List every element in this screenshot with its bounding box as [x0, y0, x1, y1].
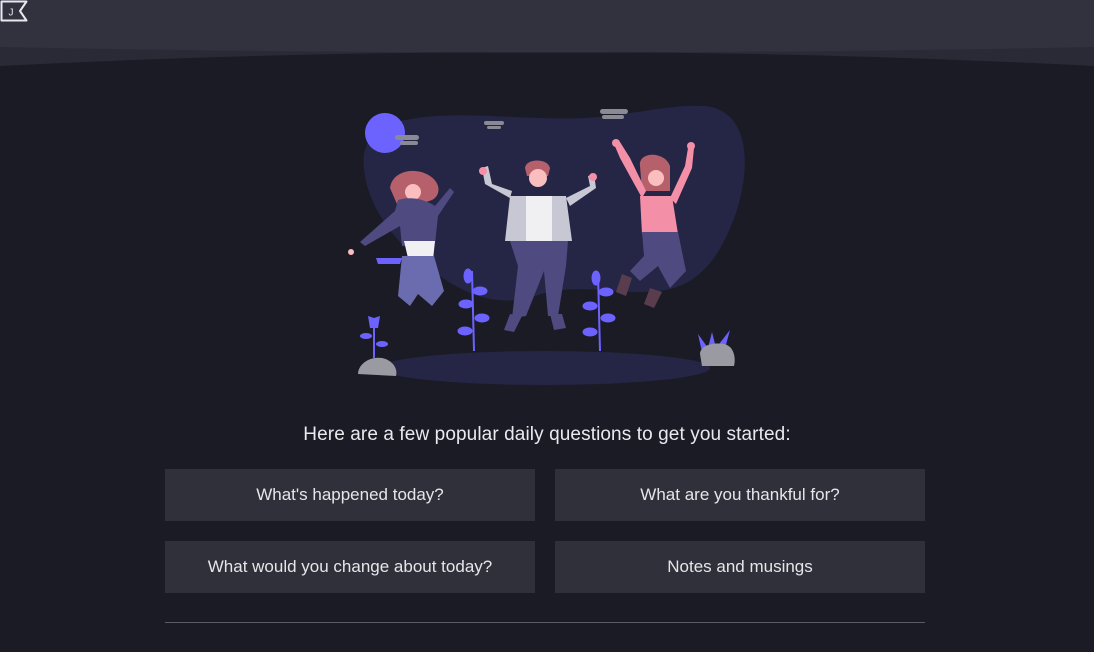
flower-pot-left [358, 316, 397, 376]
top-bar: J [0, 0, 1094, 66]
question-button-change-about-today[interactable]: What would you change about today? [165, 541, 535, 593]
logo-letter: J [9, 8, 14, 19]
questions-prompt: Here are a few popular daily questions t… [303, 424, 791, 445]
people-jumping-illustration [348, 105, 745, 385]
moon-icon [365, 113, 405, 153]
flower-pot-right [698, 330, 735, 366]
question-button-thankful-for[interactable]: What are you thankful for? [555, 469, 925, 521]
question-button-happened-today[interactable]: What's happened today? [165, 469, 535, 521]
top-bar-background [0, 0, 1094, 66]
question-button-notes-and-musings[interactable]: Notes and musings [555, 541, 925, 593]
journal-logo-icon[interactable]: J [0, 0, 28, 22]
ground-shadow [380, 351, 710, 385]
section-divider [165, 622, 925, 623]
